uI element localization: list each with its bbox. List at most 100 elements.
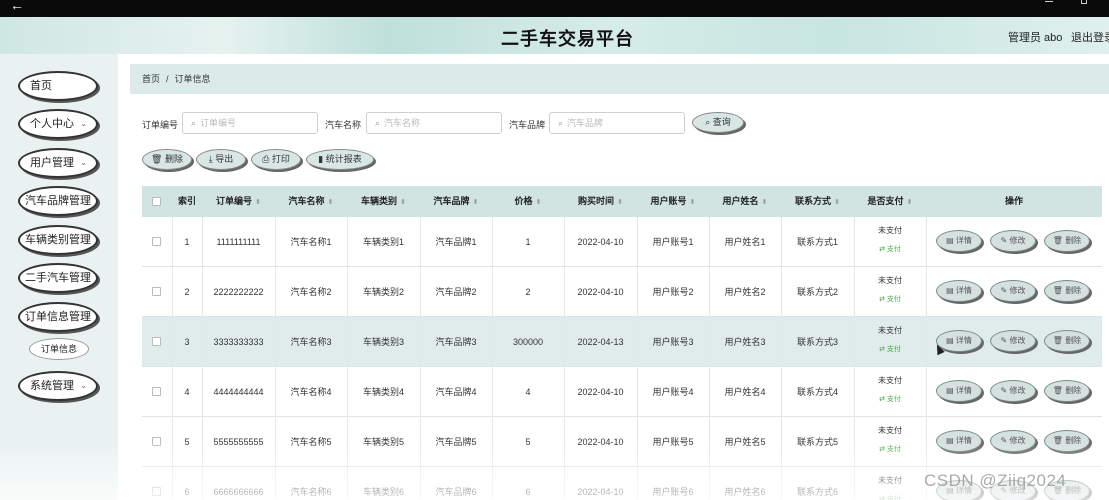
cell-time: 2022-04-10 [577, 437, 624, 447]
print-button[interactable]: ⎙ 打印 [251, 149, 301, 170]
cell-acct: 用户账号3 [652, 337, 694, 347]
sidebar-subitem-order-info[interactable]: 订单信息 [29, 338, 89, 360]
bulk-delete-button[interactable]: 🗑 删除 [142, 149, 192, 170]
filter-label-car-brand: 汽车品牌 [509, 120, 546, 130]
cell-name: 汽车名称3 [290, 337, 332, 347]
edit-button[interactable]: ✎ 修改 [990, 380, 1036, 402]
col-header-user-name[interactable]: 用户姓名 ⬍ [709, 186, 781, 217]
col-header-contact[interactable]: 联系方式 ⬍ [781, 186, 854, 217]
header-label: 操作 [1004, 196, 1023, 206]
button-label: 详情 [955, 386, 972, 395]
col-header-price[interactable]: 价格 ⬍ [492, 186, 564, 217]
sort-icon: ⬍ [400, 199, 406, 206]
trash-icon: 🗑 [1052, 436, 1066, 445]
cell-acct: 用户账号4 [652, 387, 694, 397]
col-header-purchase-time[interactable]: 购买时间 ⬍ [564, 186, 637, 217]
sidebar-item-used-cars[interactable]: 二手汽车管理 [18, 263, 98, 293]
cell-order: 6666666666 [213, 487, 264, 497]
col-header-car-name[interactable]: 汽车名称 ⬍ [275, 186, 347, 217]
col-header-category[interactable]: 车辆类别 ⬍ [347, 186, 420, 217]
sidebar-item-categories[interactable]: 车辆类别管理 [18, 225, 98, 255]
row-checkbox[interactable] [152, 387, 161, 396]
button-label: 统计报表 [325, 154, 362, 164]
minimize-icon[interactable] [1045, 1, 1053, 2]
col-header-actions: 操作 [926, 186, 1102, 217]
button-label: 修改 [1009, 336, 1026, 345]
delete-button[interactable]: 🗑 删除 [1044, 380, 1090, 402]
sidebar-item-users[interactable]: 用户管理 ⌄ [18, 148, 98, 178]
cell-idx: 2 [184, 287, 190, 297]
cell-cat: 车辆类别5 [362, 437, 404, 447]
sidebar-item-orders[interactable]: 订单信息管理 [18, 302, 98, 332]
car-brand-input[interactable]: ⌕ 汽车品牌 [549, 112, 685, 134]
pay-link[interactable]: ⇄ 支付 [854, 244, 926, 254]
row-checkbox[interactable] [152, 287, 161, 296]
sidebar-item-profile[interactable]: 个人中心 ⌄ [18, 109, 98, 139]
delete-button[interactable]: 🗑 删除 [1044, 330, 1090, 352]
edit-button[interactable]: ✎ 修改 [990, 280, 1036, 302]
sidebar-item-brands[interactable]: 汽车品牌管理 [18, 186, 98, 216]
cell-order: 1111111111 [216, 237, 261, 247]
table-row: 4 4444444444 汽车名称4 车辆类别4 汽车品牌4 4 2022-04-10 用户账… [142, 367, 1102, 417]
search-button[interactable]: ⌕ 查询 [692, 112, 744, 133]
row-checkbox[interactable] [152, 237, 161, 246]
row-checkbox[interactable] [152, 487, 161, 496]
row-checkbox[interactable] [152, 437, 161, 446]
sidebar-item-label: 二手汽车管理 [25, 272, 91, 284]
col-header-index[interactable]: 索引 [172, 186, 202, 217]
delete-button[interactable]: 🗑 删除 [1044, 230, 1090, 252]
document-icon: ▤ [946, 236, 956, 245]
cell-uname: 用户姓名1 [724, 237, 766, 247]
cell-paid: 未支付 ⇄ 支付 [854, 417, 926, 467]
cell-acct: 用户账号1 [652, 237, 694, 247]
cell-uname: 用户姓名3 [724, 337, 766, 347]
detail-button[interactable]: ▤ 详情 [936, 280, 982, 302]
input-placeholder: 汽车品牌 [567, 118, 604, 128]
cell-cat: 车辆类别6 [362, 487, 404, 497]
cell-price: 2 [525, 287, 531, 297]
cell-uname: 用户姓名4 [724, 387, 766, 397]
cell-paid: 未支付 ⇄ 支付 [854, 267, 926, 317]
car-name-input[interactable]: ⌕ 汽车名称 [366, 112, 502, 134]
col-header-brand[interactable]: 汽车品牌 ⬍ [420, 186, 492, 217]
logout-link[interactable]: 退出登录 [1071, 29, 1109, 45]
edit-button[interactable]: ✎ 修改 [990, 330, 1036, 352]
sidebar-item-home[interactable]: 首页 [18, 71, 98, 101]
sidebar-item-system[interactable]: 系统管理 ⌄ [18, 371, 98, 401]
detail-button[interactable]: ▤ 详情 [936, 380, 982, 402]
pay-link[interactable]: ⇄ 支付 [854, 494, 926, 500]
pay-link[interactable]: ⇄ 支付 [854, 394, 926, 404]
col-header-paid[interactable]: 是否支付 ⬍ [854, 186, 926, 217]
restore-icon[interactable] [1081, 0, 1087, 4]
order-no-input[interactable]: ⌕ 订单编号 [182, 112, 318, 134]
chevron-down-icon: ⌄ [80, 158, 87, 167]
edit-button[interactable]: ✎ 修改 [990, 430, 1036, 452]
row-checkbox[interactable] [152, 337, 161, 346]
input-placeholder: 汽车名称 [384, 118, 421, 128]
cell-acct: 用户账号2 [652, 287, 694, 297]
cell-brand: 汽车品牌3 [435, 337, 477, 347]
payment-status: 未支付 [878, 226, 902, 235]
stats-report-button[interactable]: ▮ 统计报表 [306, 149, 374, 170]
button-label: 导出 [215, 154, 234, 164]
chevron-down-icon: ⌄ [80, 119, 87, 128]
pay-link[interactable]: ⇄ 支付 [854, 294, 926, 304]
detail-button[interactable]: ▤ 详情 [936, 430, 982, 452]
cell-contact: 联系方式1 [796, 237, 838, 247]
pay-link[interactable]: ⇄ 支付 [854, 444, 926, 454]
back-arrow-icon[interactable]: ← [10, 0, 24, 13]
detail-button[interactable]: ▤ 详情 [936, 230, 982, 252]
select-all-checkbox[interactable] [152, 197, 161, 206]
delete-button[interactable]: 🗑 删除 [1044, 430, 1090, 452]
breadcrumb-home[interactable]: 首页 [142, 74, 160, 84]
pay-link[interactable]: ⇄ 支付 [854, 344, 926, 354]
col-header-order-no[interactable]: 订单编号 ⬍ [202, 186, 275, 217]
export-button[interactable]: ⤓ 导出 [196, 149, 246, 170]
edit-button[interactable]: ✎ 修改 [990, 230, 1036, 252]
header-label: 索引 [177, 196, 196, 206]
delete-button[interactable]: 🗑 删除 [1044, 280, 1090, 302]
col-header-account[interactable]: 用户账号 ⬍ [637, 186, 709, 217]
header-label: 用户姓名 [722, 196, 759, 206]
cell-name: 汽车名称6 [290, 487, 332, 497]
pay-icon: ⇄ [879, 346, 887, 353]
